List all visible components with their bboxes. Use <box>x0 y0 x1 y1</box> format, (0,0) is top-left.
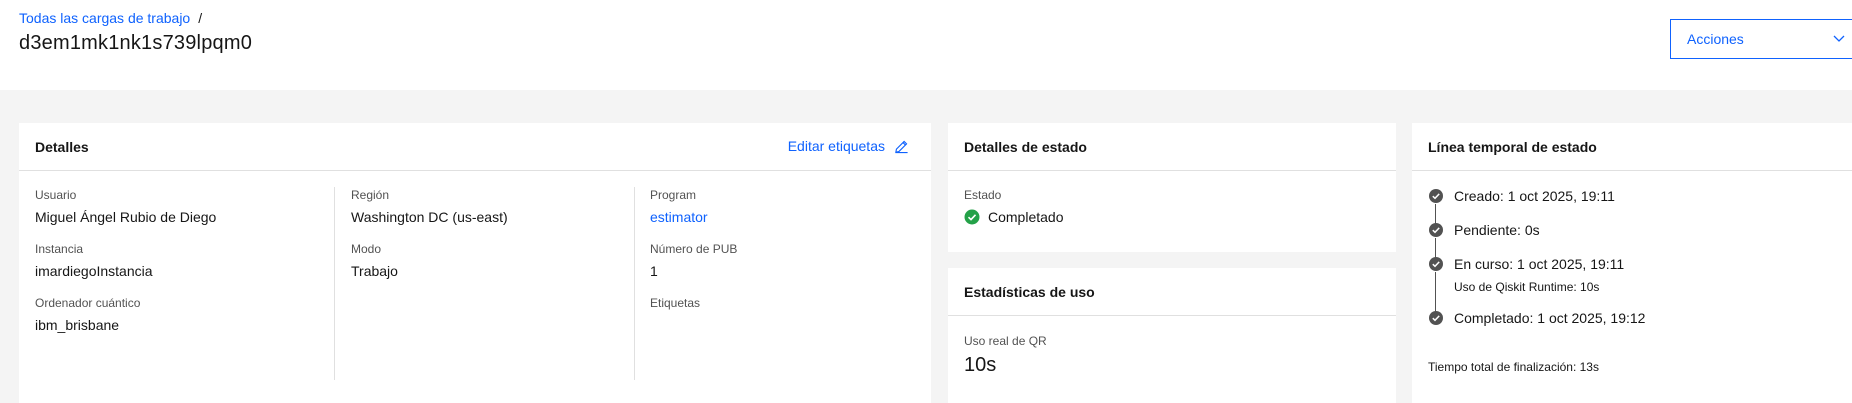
details-card: Detalles Editar etiquetas Usuario Miguel… <box>19 123 931 403</box>
user-label: Usuario <box>35 188 77 202</box>
mode-label: Modo <box>351 242 382 256</box>
instance-label: Instancia <box>35 242 84 256</box>
usage-stats-card: Estadísticas de uso Uso real de QR 10s <box>948 268 1396 403</box>
status-timeline-header: Línea temporal de estado <box>1412 123 1852 171</box>
timeline-connector <box>1435 272 1436 314</box>
actions-dropdown[interactable]: Acciones <box>1670 19 1852 59</box>
qr-usage-value: 10s <box>964 354 997 376</box>
usage-stats-title: Estadísticas de uso <box>964 283 1095 300</box>
edit-icon <box>895 140 908 153</box>
total-completion-time: Tiempo total de finalización: 13s <box>1428 360 1599 374</box>
timeline-item: Creado: 1 oct 2025, 19:11 <box>1428 188 1615 204</box>
qr-usage-label: Uso real de QR <box>964 334 1047 348</box>
status-timeline-title: Línea temporal de estado <box>1428 138 1597 155</box>
state-label: Estado <box>964 188 1002 202</box>
user-value: Miguel Ángel Rubio de Diego <box>35 209 217 225</box>
timeline-item-sublabel: Uso de Qiskit Runtime: 10s <box>1454 280 1600 294</box>
pub-count-value: 1 <box>650 263 658 279</box>
pub-count-label: Número de PUB <box>650 242 738 256</box>
checkmark-filled-icon <box>964 209 980 225</box>
breadcrumb-link-all-workloads[interactable]: Todas las cargas de trabajo <box>19 10 190 26</box>
timeline-item-label: Completado: 1 oct 2025, 19:12 <box>1454 310 1646 326</box>
checkmark-filled-icon <box>1429 311 1443 325</box>
timeline-item-label: Creado: 1 oct 2025, 19:11 <box>1454 188 1615 204</box>
breadcrumb: Todas las cargas de trabajo / <box>19 10 202 26</box>
quantum-computer-label: Ordenador cuántico <box>35 296 141 310</box>
checkmark-filled-icon <box>1429 189 1443 203</box>
timeline-item: Pendiente: 0s <box>1428 222 1540 238</box>
instance-value: imardiegoInstancia <box>35 263 153 279</box>
edit-tags-button[interactable]: Editar etiquetas <box>788 138 909 154</box>
usage-stats-header: Estadísticas de uso <box>948 268 1396 316</box>
state-status: Completado <box>964 209 1064 225</box>
quantum-computer-value: ibm_brisbane <box>35 317 120 333</box>
program-label: Program <box>650 188 697 202</box>
region-value: Washington DC (us-east) <box>351 209 508 225</box>
column-divider <box>334 187 335 380</box>
timeline-item-label: Pendiente: 0s <box>1454 222 1540 238</box>
program-link[interactable]: estimator <box>650 209 708 225</box>
status-details-card: Detalles de estado Estado Completado <box>948 123 1396 252</box>
status-details-header: Detalles de estado <box>948 123 1396 171</box>
actions-label: Acciones <box>1687 31 1744 47</box>
chevron-down-icon <box>1833 35 1845 42</box>
state-value: Completado <box>988 209 1064 225</box>
page-header: Todas las cargas de trabajo / d3em1mk1nk… <box>0 0 1852 90</box>
status-timeline-card: Línea temporal de estado Creado: 1 oct 2… <box>1412 123 1852 403</box>
timeline-item-label: En curso: 1 oct 2025, 19:11 <box>1454 256 1625 272</box>
checkmark-filled-icon <box>1429 223 1443 237</box>
mode-value: Trabajo <box>351 263 398 279</box>
details-title: Detalles <box>35 138 89 155</box>
edit-tags-label: Editar etiquetas <box>787 138 885 154</box>
checkmark-filled-icon <box>1429 257 1443 271</box>
tags-label: Etiquetas <box>650 296 701 310</box>
page-title: d3em1mk1nk1s739lpqm0 <box>19 32 253 54</box>
timeline-item: En curso: 1 oct 2025, 19:11 <box>1428 256 1624 272</box>
timeline-item: Completado: 1 oct 2025, 19:12 <box>1428 310 1645 326</box>
status-details-title: Detalles de estado <box>964 138 1087 155</box>
breadcrumb-separator: / <box>198 10 203 26</box>
region-label: Región <box>351 188 390 202</box>
column-divider <box>634 187 635 380</box>
